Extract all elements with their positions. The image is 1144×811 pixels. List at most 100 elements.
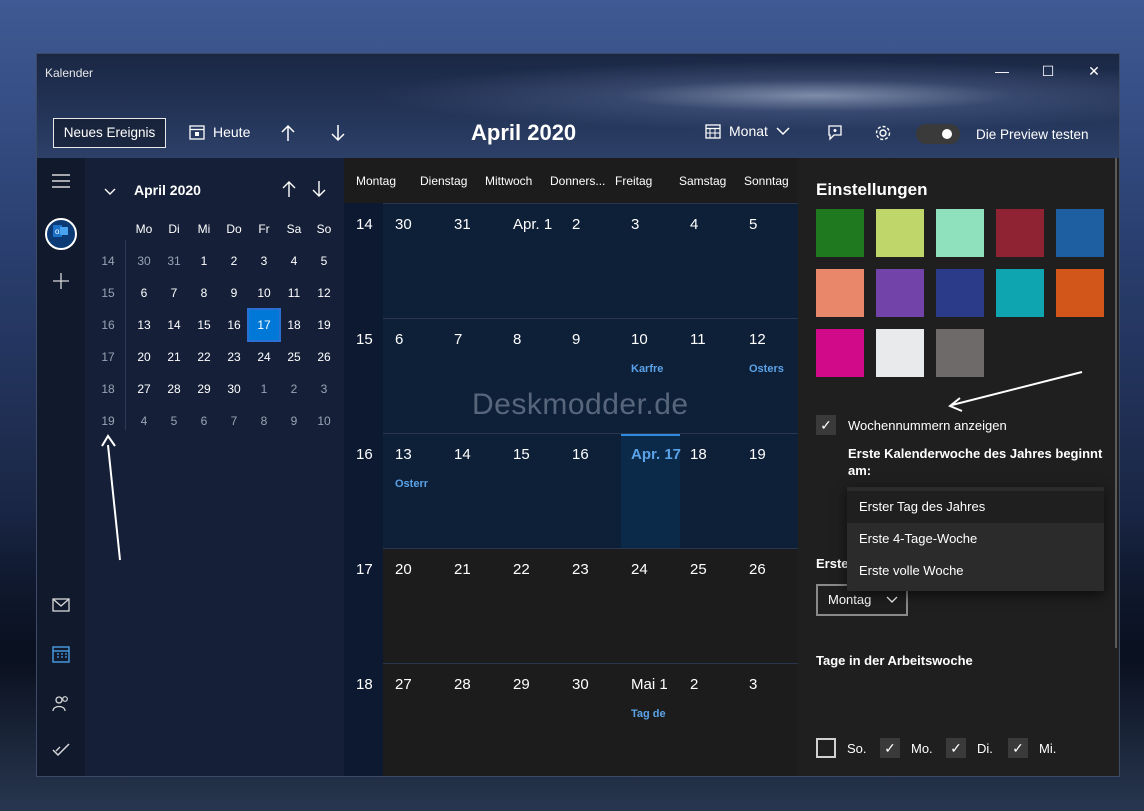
add-calendar-icon[interactable] xyxy=(49,270,73,294)
color-swatch[interactable] xyxy=(816,329,864,377)
view-selector[interactable]: Monat xyxy=(705,123,790,139)
mini-calendar-day[interactable]: 30 xyxy=(129,246,159,276)
day-cell[interactable]: 3 xyxy=(631,216,639,233)
day-cell[interactable]: 23 xyxy=(572,561,589,578)
day-cell[interactable]: 11 xyxy=(690,331,706,348)
todo-icon[interactable] xyxy=(49,742,73,766)
maximize-button[interactable]: ☐ xyxy=(1025,60,1071,82)
collapse-chevron-icon[interactable] xyxy=(104,188,116,196)
mini-calendar-day[interactable]: 21 xyxy=(159,342,189,372)
event-chip[interactable]: Karfre xyxy=(631,363,676,375)
day-cell[interactable]: 16 xyxy=(572,446,589,463)
mini-calendar-day[interactable]: 3 xyxy=(309,374,339,404)
day-cell[interactable]: 7 xyxy=(454,331,462,348)
day-cell[interactable]: Mai 1 xyxy=(631,676,668,693)
day-cell[interactable]: 13 xyxy=(395,446,412,463)
color-swatch[interactable] xyxy=(876,329,924,377)
day-cell[interactable]: 24 xyxy=(631,561,648,578)
mini-calendar-day[interactable]: 4 xyxy=(279,246,309,276)
close-button[interactable]: ✕ xyxy=(1071,60,1117,82)
color-swatch[interactable] xyxy=(816,209,864,257)
new-event-button[interactable]: Neues Ereignis xyxy=(53,118,166,148)
day-cell[interactable]: 31 xyxy=(454,216,471,233)
mini-next-arrow-icon[interactable] xyxy=(312,180,326,198)
day-cell[interactable]: 2 xyxy=(572,216,580,233)
mini-calendar-day[interactable]: 16 xyxy=(219,310,249,340)
mini-calendar-day[interactable]: 11 xyxy=(279,278,309,308)
workday-checkbox[interactable] xyxy=(816,738,836,758)
week-numbers-checkbox[interactable]: ✓ xyxy=(816,415,836,435)
day-cell[interactable]: 30 xyxy=(572,676,589,693)
day-cell[interactable]: 27 xyxy=(395,676,412,693)
settings-scrollbar[interactable] xyxy=(1115,158,1117,648)
previous-button[interactable] xyxy=(280,124,296,142)
mini-calendar-day[interactable]: 9 xyxy=(219,278,249,308)
event-chip[interactable]: Osters xyxy=(749,363,794,375)
mini-calendar-day[interactable]: 6 xyxy=(129,278,159,308)
color-swatch[interactable] xyxy=(936,269,984,317)
day-cell[interactable]: 26 xyxy=(749,561,766,578)
mini-calendar-day[interactable]: 30 xyxy=(219,374,249,404)
next-button[interactable] xyxy=(330,124,346,142)
day-cell[interactable]: 29 xyxy=(513,676,530,693)
day-cell[interactable]: 30 xyxy=(395,216,412,233)
mini-calendar-day[interactable]: 29 xyxy=(189,374,219,404)
settings-button[interactable] xyxy=(874,124,892,142)
mini-calendar-day[interactable]: 8 xyxy=(249,406,279,436)
day-cell[interactable]: 15 xyxy=(513,446,530,463)
day-cell[interactable]: 25 xyxy=(690,561,707,578)
preview-toggle[interactable] xyxy=(916,124,960,144)
event-chip[interactable]: Osterr xyxy=(395,478,440,490)
hamburger-menu-icon[interactable] xyxy=(49,172,73,196)
mini-calendar-day[interactable]: 13 xyxy=(129,310,159,340)
mini-calendar-day[interactable]: 15 xyxy=(189,310,219,340)
day-cell[interactable]: 3 xyxy=(749,676,757,693)
color-swatch[interactable] xyxy=(936,209,984,257)
color-swatch[interactable] xyxy=(876,209,924,257)
mini-calendar-day[interactable]: 23 xyxy=(219,342,249,372)
day-cell[interactable]: 5 xyxy=(749,216,757,233)
day-cell[interactable]: Apr. 17 xyxy=(631,446,681,463)
mini-calendar-day[interactable]: 5 xyxy=(309,246,339,276)
calendar-nav-icon[interactable] xyxy=(49,645,73,669)
mini-calendar-day[interactable]: 31 xyxy=(159,246,189,276)
workday-checkbox[interactable]: ✓ xyxy=(880,738,900,758)
mini-prev-arrow-icon[interactable] xyxy=(282,180,296,198)
day-cell[interactable]: Apr. 1 xyxy=(513,216,552,233)
color-swatch[interactable] xyxy=(996,209,1044,257)
day-cell[interactable]: 10 xyxy=(631,331,648,348)
dropdown-option[interactable]: Erster Tag des Jahres xyxy=(847,491,1104,523)
color-swatch[interactable] xyxy=(816,269,864,317)
day-cell[interactable]: 2 xyxy=(690,676,698,693)
mini-calendar-day[interactable]: 20 xyxy=(129,342,159,372)
dropdown-option[interactable]: Erste 4-Tage-Woche xyxy=(847,523,1104,555)
day-cell[interactable]: 20 xyxy=(395,561,412,578)
mini-calendar-day[interactable]: 10 xyxy=(249,278,279,308)
mini-calendar-day[interactable]: 27 xyxy=(129,374,159,404)
mini-calendar-day[interactable]: 12 xyxy=(309,278,339,308)
color-swatch[interactable] xyxy=(1056,269,1104,317)
mini-calendar-day[interactable]: 4 xyxy=(129,406,159,436)
mini-calendar-day[interactable]: 10 xyxy=(309,406,339,436)
feedback-button[interactable] xyxy=(826,124,844,142)
color-swatch[interactable] xyxy=(936,329,984,377)
day-cell[interactable]: 12 xyxy=(749,331,766,348)
mail-icon[interactable] xyxy=(49,596,73,620)
day-cell[interactable]: 28 xyxy=(454,676,471,693)
mini-calendar-day[interactable]: 1 xyxy=(189,246,219,276)
event-chip[interactable]: Tag de xyxy=(631,708,676,720)
mini-calendar-day[interactable]: 19 xyxy=(309,310,339,340)
dropdown-option[interactable]: Erste volle Woche xyxy=(847,555,1104,587)
day-cell[interactable]: 8 xyxy=(513,331,521,348)
mini-calendar-day[interactable]: 9 xyxy=(279,406,309,436)
mini-calendar-day[interactable]: 14 xyxy=(159,310,189,340)
mini-calendar-day[interactable]: 28 xyxy=(159,374,189,404)
color-swatch[interactable] xyxy=(876,269,924,317)
mini-calendar-day[interactable]: 24 xyxy=(249,342,279,372)
mini-calendar-day[interactable]: 8 xyxy=(189,278,219,308)
mini-calendar-day[interactable]: 17 xyxy=(247,308,281,342)
mini-calendar-day[interactable]: 2 xyxy=(219,246,249,276)
mini-calendar-day[interactable]: 5 xyxy=(159,406,189,436)
mini-calendar-day[interactable]: 3 xyxy=(249,246,279,276)
mini-calendar-day[interactable]: 7 xyxy=(219,406,249,436)
